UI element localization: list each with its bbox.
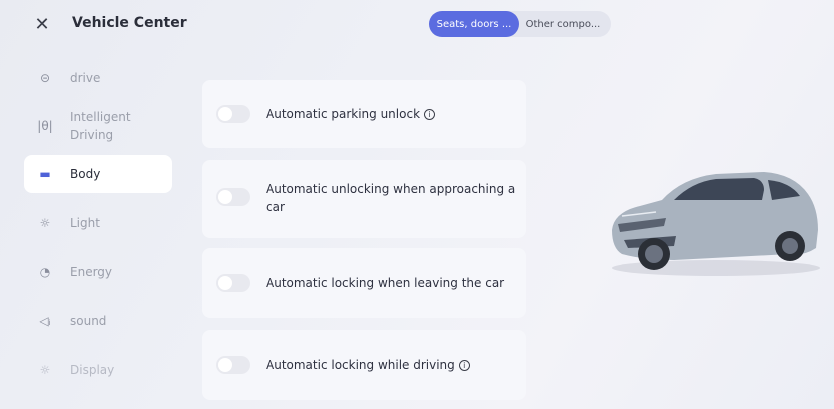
parking-unlock-toggle[interactable] [216, 105, 250, 123]
leave-lock-toggle[interactable] [216, 274, 250, 292]
info-icon[interactable]: i [424, 109, 436, 120]
close-button[interactable]: ✕ [28, 10, 56, 38]
vehicle-image [612, 172, 820, 276]
steering-wheel-icon: ⊝ [39, 71, 51, 85]
sidebar-item-light[interactable]: ☼ Light [24, 211, 172, 235]
info-icon[interactable]: i [458, 360, 470, 371]
sidebar-item-label: Intelligent Driving [70, 110, 131, 142]
sidebar-item-label: Body [70, 167, 101, 181]
sidebar-item-drive[interactable]: ⊝ drive [24, 66, 172, 90]
display-icon: ☼ [39, 363, 51, 377]
sidebar-item-label: Light [70, 216, 100, 230]
segment-control: Seats, doors ... Other compo... [429, 11, 611, 37]
setting-card-drive-lock: Automatic locking while driving i [202, 330, 526, 400]
segment-other-components[interactable]: Other compo... [519, 11, 607, 37]
setting-card-approach-unlock: Automatic unlocking when approaching a c… [202, 160, 526, 238]
sidebar-item-label: sound [70, 314, 107, 328]
sound-icon: ◁ᵢ [39, 314, 51, 328]
sidebar-item-label: Energy [70, 265, 113, 279]
setting-label: Automatic unlocking when approaching a c… [266, 182, 516, 214]
intelligent-driving-icon: |θ| [37, 119, 53, 133]
sidebar-item-intelligent-driving[interactable]: |θ| Intelligent Driving [24, 106, 172, 146]
sidebar-item-label: drive [70, 71, 101, 85]
energy-icon: ◔ [39, 265, 51, 279]
setting-card-leave-lock: Automatic locking when leaving the car [202, 248, 526, 318]
close-icon: ✕ [34, 13, 50, 35]
drive-lock-toggle[interactable] [216, 356, 250, 374]
setting-label: Automatic locking while driving [266, 358, 455, 372]
approach-unlock-toggle[interactable] [216, 188, 250, 206]
sidebar-item-display[interactable]: ☼ Display [24, 358, 172, 382]
setting-card-parking-unlock: Automatic parking unlock i [202, 80, 526, 148]
car-body-icon: ▬ [39, 167, 51, 181]
segment-seats-doors[interactable]: Seats, doors ... [429, 11, 519, 37]
sidebar-item-body[interactable]: ▬ Body [24, 155, 172, 193]
page-title: Vehicle Center [72, 15, 187, 31]
sidebar-item-energy[interactable]: ◔ Energy [24, 260, 172, 284]
setting-label: Automatic locking when leaving the car [266, 276, 505, 290]
sidebar-item-label: Display [70, 363, 115, 377]
setting-label: Automatic parking unlock [266, 107, 421, 121]
light-icon: ☼ [39, 216, 51, 230]
sidebar-item-sound[interactable]: ◁ᵢ sound [24, 309, 172, 333]
